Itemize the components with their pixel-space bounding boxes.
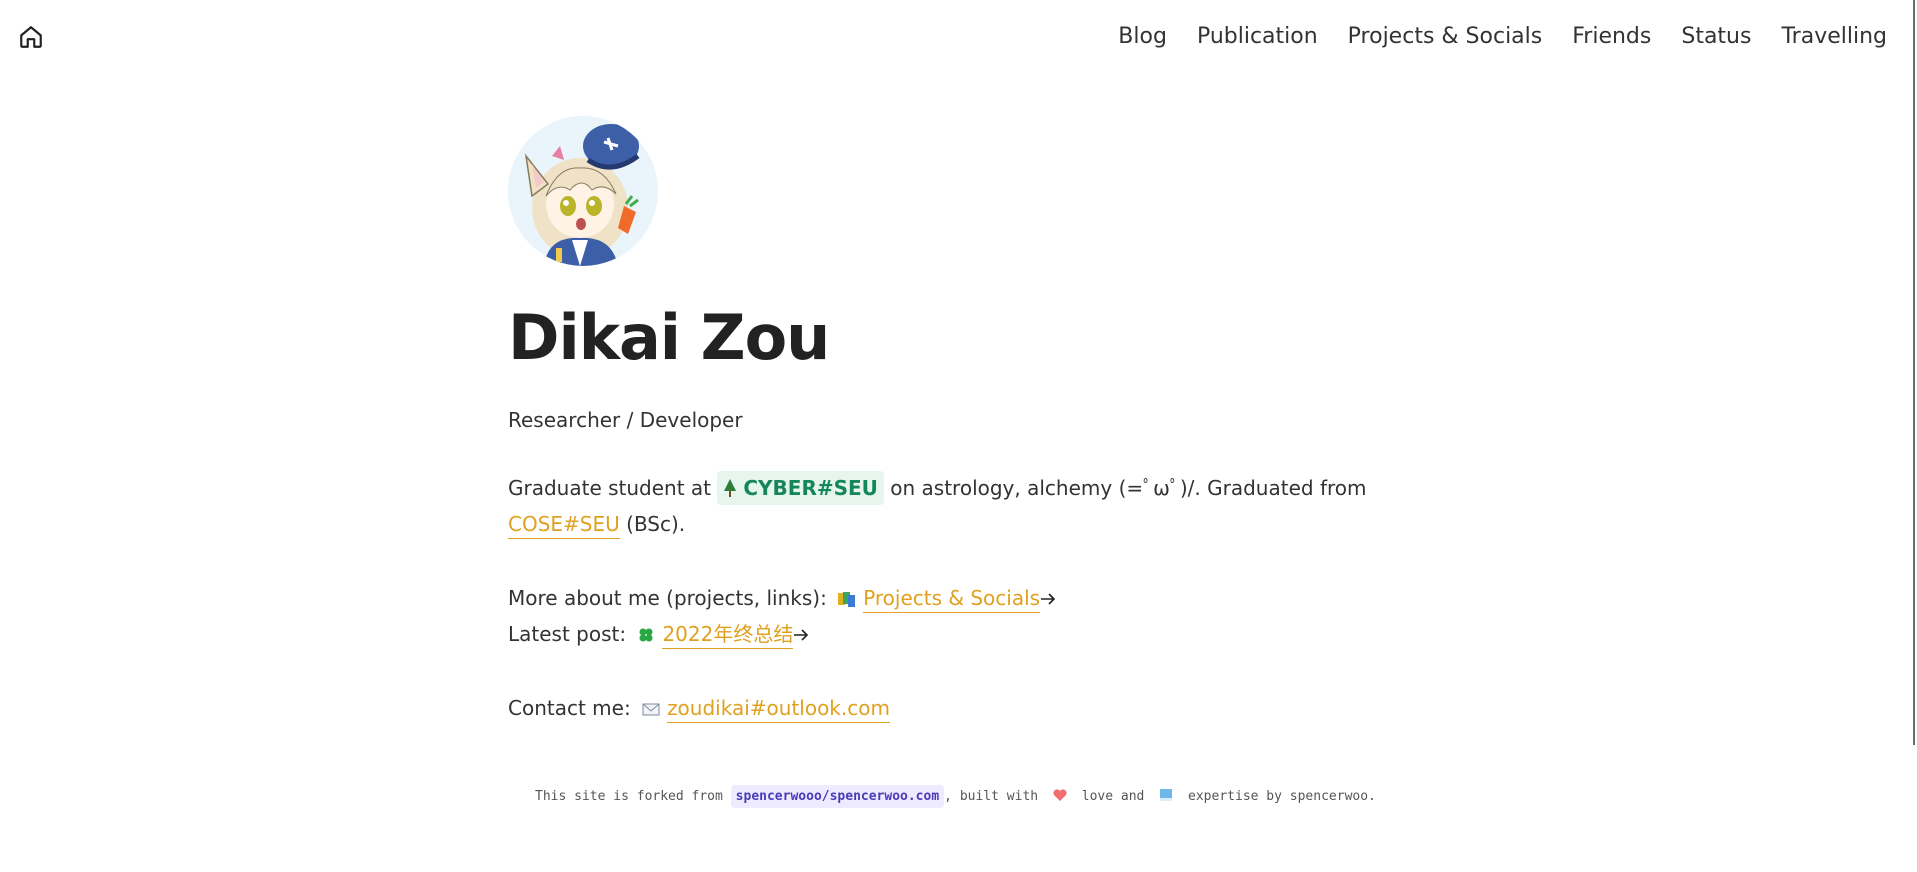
home-link[interactable] (18, 24, 44, 50)
role-text: Researcher / Developer (508, 408, 743, 433)
footer-prefix: This site is forked from (535, 789, 731, 804)
nav-blog[interactable]: Blog (1103, 20, 1182, 53)
page: Blog Publication Projects & Socials Frie… (0, 0, 1917, 872)
email-link[interactable]: zoudikai#outlook.com (667, 696, 890, 724)
projects-socials-link[interactable]: Projects & Socials (863, 586, 1041, 614)
arrow-right-icon (1041, 593, 1056, 605)
more-prefix: More about me (projects, links): (508, 586, 834, 611)
grad-suffix: (BSc). (619, 512, 686, 537)
top-nav: Blog Publication Projects & Socials Frie… (1103, 20, 1887, 53)
latest-post-link[interactable]: 2022年终总结 (662, 622, 794, 650)
scrollbar[interactable] (1903, 0, 1917, 872)
nav-publication[interactable]: Publication (1182, 20, 1333, 53)
page-title: Dikai Zou (508, 301, 830, 374)
scrollbar-thumb[interactable] (1907, 0, 1915, 745)
more-about-line: More about me (projects, links): Project… (508, 580, 1408, 616)
latest-post-line: Latest post: 2022年终总结 (508, 616, 1408, 652)
contact-prefix: Contact me: (508, 696, 638, 721)
repo-link[interactable]: spencerwooo/spencerwoo.com (730, 785, 945, 808)
grad-prefix: Graduate student at (508, 476, 718, 501)
home-icon (20, 26, 42, 48)
books-icon (838, 592, 856, 608)
footer: This site is forked from spencerwooo/spe… (535, 785, 1376, 808)
grad-mid: on astrology, alchemy (=ﾟωﾟ)/. Graduated… (883, 476, 1367, 501)
footer-mid2: love and (1073, 789, 1153, 804)
envelope-icon (642, 703, 660, 716)
book-icon (1160, 789, 1173, 801)
evergreen-tree-icon (724, 479, 737, 498)
heart-icon (1053, 789, 1067, 801)
contact-line: Contact me: zoudikai#outlook.com (508, 690, 1408, 726)
avatar (508, 116, 658, 266)
latest-prefix: Latest post: (508, 622, 633, 647)
nav-projects-socials[interactable]: Projects & Socials (1333, 20, 1558, 53)
cyber-seu-label: CYBER#SEU (743, 476, 878, 501)
nav-status[interactable]: Status (1666, 20, 1766, 53)
cyber-seu-badge[interactable]: CYBER#SEU (717, 471, 884, 506)
footer-mid1: , built with (944, 789, 1046, 804)
nav-friends[interactable]: Friends (1557, 20, 1666, 53)
avatar-illustration (508, 116, 658, 266)
four-leaf-clover-icon (639, 628, 653, 642)
graduate-paragraph: Graduate student at CYBER#SEU on astrolo… (508, 470, 1408, 542)
main-content: Dikai Zou Researcher / Developer Graduat… (508, 116, 1408, 726)
cose-seu-link[interactable]: COSE#SEU (508, 512, 620, 540)
footer-suffix: expertise by spencerwoo. (1180, 789, 1376, 804)
nav-travelling[interactable]: Travelling (1766, 20, 1887, 53)
arrow-right-icon (794, 629, 809, 641)
